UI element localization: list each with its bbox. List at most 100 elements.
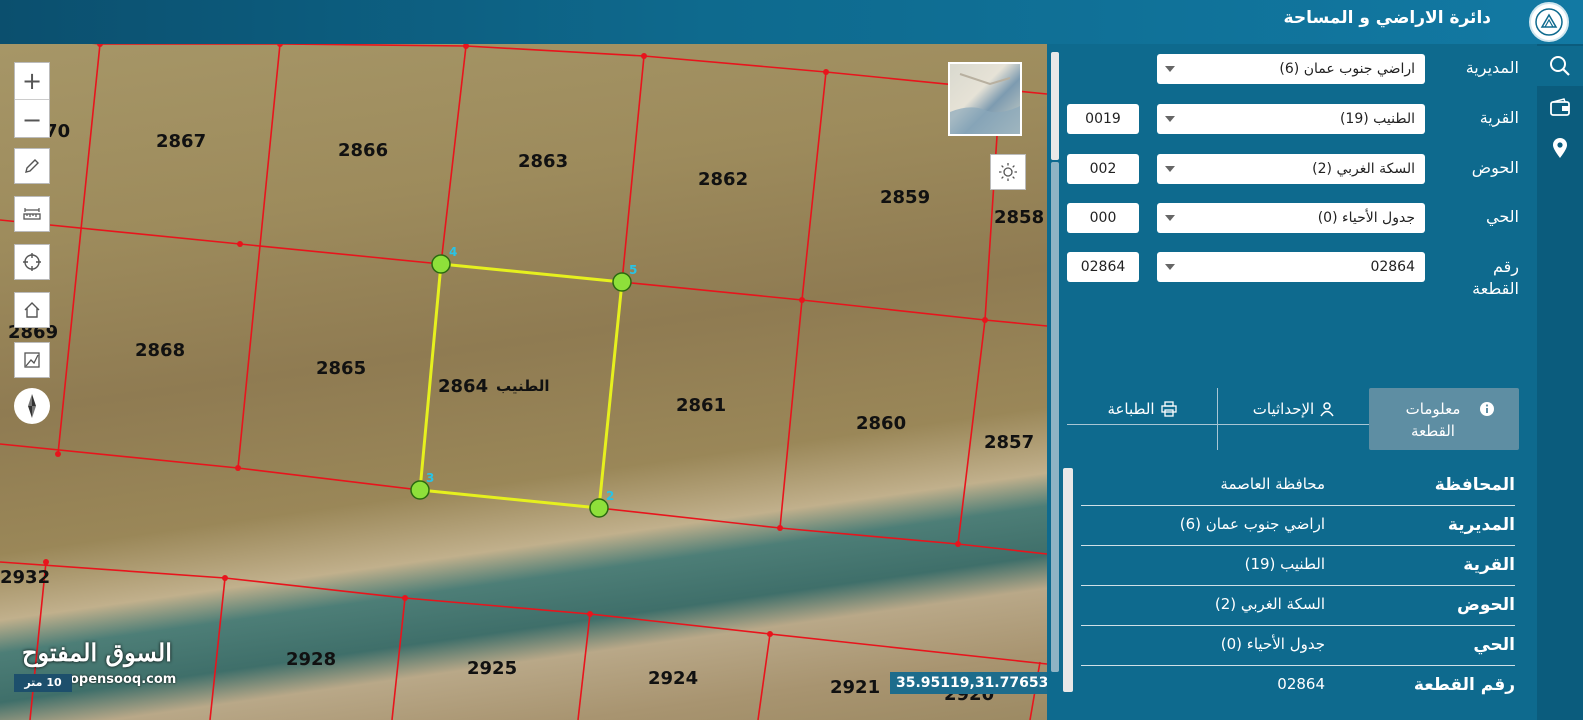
- info-row-governorate: المحافظة محافظة العاصمة: [1081, 466, 1515, 506]
- parcel-label[interactable]: 2857: [984, 432, 1034, 453]
- directorate-value: اراضي جنوب عمان (6): [1279, 61, 1415, 77]
- side-icon-rail: [1537, 44, 1583, 720]
- scale-bar: 10 متر: [14, 674, 72, 692]
- basin-code-input[interactable]: 002: [1067, 154, 1139, 184]
- panel-scrollbar[interactable]: [1047, 44, 1063, 720]
- chevron-down-icon: [1165, 66, 1175, 72]
- directorate-row: المديرية اراضي جنوب عمان (6): [1063, 52, 1537, 86]
- info-value: اراضي جنوب عمان (6): [1179, 515, 1325, 533]
- parcel-label[interactable]: 2921: [830, 677, 880, 698]
- home-icon[interactable]: [14, 292, 50, 328]
- info-key: المحافظة: [1434, 475, 1515, 495]
- neighborhood-label: الحي: [1486, 207, 1519, 226]
- chevron-down-icon: [1165, 215, 1175, 221]
- tab-parcel-info[interactable]: معلومات القطعة: [1369, 388, 1519, 450]
- info-key: القرية: [1463, 555, 1515, 575]
- parcel-label[interactable]: 2865: [316, 358, 366, 379]
- parcel-label[interactable]: 2860: [856, 413, 906, 434]
- search-icon[interactable]: [1537, 46, 1583, 86]
- location-pin-icon[interactable]: [1537, 128, 1583, 168]
- info-key: الحي: [1473, 635, 1515, 655]
- basin-label: الحوض: [1471, 158, 1519, 177]
- compass-icon[interactable]: [14, 388, 50, 424]
- tab-print-label: الطباعة: [1107, 400, 1155, 418]
- parcel-label[interactable]: 2868: [135, 340, 185, 361]
- info-value: جدول الأحياء (0): [1220, 635, 1325, 653]
- info-row-parcel-number: رقم القطعة 02864: [1081, 666, 1515, 706]
- parcel-label[interactable]: 2867: [156, 131, 206, 152]
- parcel-code-input[interactable]: 02864: [1067, 252, 1139, 282]
- parcel-label[interactable]: 2862: [698, 169, 748, 190]
- parcel-select[interactable]: 02864: [1157, 252, 1425, 282]
- watermark-text: السوق المفتوح: [22, 638, 172, 667]
- parcel-label[interactable]: 2932: [0, 567, 50, 588]
- map-view[interactable]: 4 5 3 2 2870 2867 2866 2863 2862 2859 28…: [0, 44, 1047, 720]
- basin-select[interactable]: السكة الغربي (2): [1157, 154, 1425, 184]
- info-tabs: معلومات القطعة الإحداثيات الطباعة: [1067, 388, 1519, 450]
- tab-parcel-info-label: معلومات القطعة: [1405, 400, 1461, 440]
- user-pin-icon: [1320, 402, 1334, 417]
- zoom-out-icon[interactable]: −: [15, 101, 49, 138]
- coordinate-readout: 35.95119,31.77653: [890, 672, 1047, 694]
- info-row-village: القرية الطنيب (19): [1081, 546, 1515, 586]
- neighborhood-select[interactable]: جدول الأحياء (0): [1157, 203, 1425, 233]
- watermark-subtext: opensooq.com: [70, 672, 177, 687]
- vertex-label: 5: [629, 263, 637, 277]
- info-scrollbar[interactable]: [1063, 468, 1073, 692]
- parcel-label[interactable]: 2863: [518, 151, 568, 172]
- neighborhood-row: الحي جدول الأحياء (0) 000: [1063, 201, 1537, 235]
- search-panel: المديرية اراضي جنوب عمان (6) القرية الطن…: [1063, 44, 1537, 720]
- parcel-row: رقم القطعة 02864 02864: [1063, 250, 1537, 306]
- parcel-label[interactable]: 2861: [676, 395, 726, 416]
- info-value: السكة الغربي (2): [1214, 595, 1325, 613]
- vertex-label: 2: [606, 489, 614, 503]
- scrollbar-thumb[interactable]: [1051, 52, 1059, 160]
- parcel-info-table: المحافظة محافظة العاصمة المديرية اراضي ج…: [1081, 466, 1515, 706]
- cadastral-map[interactable]: 4 5 3 2 2870 2867 2866 2863 2862 2859 28…: [0, 44, 1047, 720]
- info-value: الطنيب (19): [1244, 555, 1325, 573]
- overview-minimap[interactable]: [948, 62, 1022, 136]
- parcel-label[interactable]: 2928: [286, 649, 336, 670]
- chart-icon[interactable]: [14, 342, 50, 378]
- neighborhood-code-input[interactable]: 000: [1067, 203, 1139, 233]
- info-key: رقم القطعة: [1413, 675, 1515, 695]
- village-select[interactable]: الطنيب (19): [1157, 104, 1425, 134]
- parcel-label[interactable]: 2924: [648, 668, 698, 689]
- scrollbar-track[interactable]: [1051, 162, 1059, 672]
- vertex-marker[interactable]: [431, 254, 451, 274]
- wallet-icon[interactable]: [1537, 88, 1583, 128]
- ruler-icon[interactable]: [14, 196, 50, 232]
- directorate-select[interactable]: اراضي جنوب عمان (6): [1157, 54, 1425, 84]
- zoom-control: + −: [14, 62, 50, 138]
- dls-logo-icon[interactable]: [1529, 2, 1569, 42]
- app-window: دائرة الاراضي و المساحة 4 5 3 2 2867 286…: [0, 0, 1583, 720]
- neighborhood-value: جدول الأحياء (0): [1317, 210, 1415, 226]
- village-row: القرية الطنيب (19) 0019: [1063, 102, 1537, 136]
- parcel-label: رقم القطعة: [1472, 257, 1519, 298]
- parcel-label[interactable]: 2866: [338, 140, 388, 161]
- chevron-down-icon: [1165, 116, 1175, 122]
- header-bar: دائرة الاراضي و المساحة: [0, 0, 1583, 44]
- parcel-label[interactable]: 2859: [880, 187, 930, 208]
- vertex-label: 3: [426, 471, 434, 485]
- info-row-directorate: المديرية اراضي جنوب عمان (6): [1081, 506, 1515, 546]
- crosshair-icon[interactable]: [14, 244, 50, 280]
- zoom-in-icon[interactable]: +: [15, 63, 49, 100]
- info-icon: [1480, 402, 1494, 416]
- village-code-input[interactable]: 0019: [1067, 104, 1139, 134]
- tab-coordinates-label: الإحداثيات: [1252, 400, 1315, 418]
- basin-row: الحوض السكة الغربي (2) 002: [1063, 152, 1537, 186]
- tab-coordinates[interactable]: الإحداثيات: [1217, 388, 1369, 450]
- parcel-label[interactable]: 2925: [467, 658, 517, 679]
- info-row-basin: الحوض السكة الغربي (2): [1081, 586, 1515, 626]
- directorate-label: المديرية: [1465, 58, 1519, 77]
- pencil-icon[interactable]: [14, 148, 50, 184]
- parcel-label[interactable]: 2864: [438, 376, 488, 397]
- sun-icon[interactable]: [990, 154, 1026, 190]
- header-title: دائرة الاراضي و المساحة: [1283, 8, 1491, 28]
- info-value: 02864: [1277, 675, 1325, 693]
- chevron-down-icon: [1165, 166, 1175, 172]
- parcel-label[interactable]: 2858: [994, 207, 1044, 228]
- tab-print[interactable]: الطباعة: [1067, 388, 1217, 450]
- info-key: الحوض: [1457, 595, 1515, 615]
